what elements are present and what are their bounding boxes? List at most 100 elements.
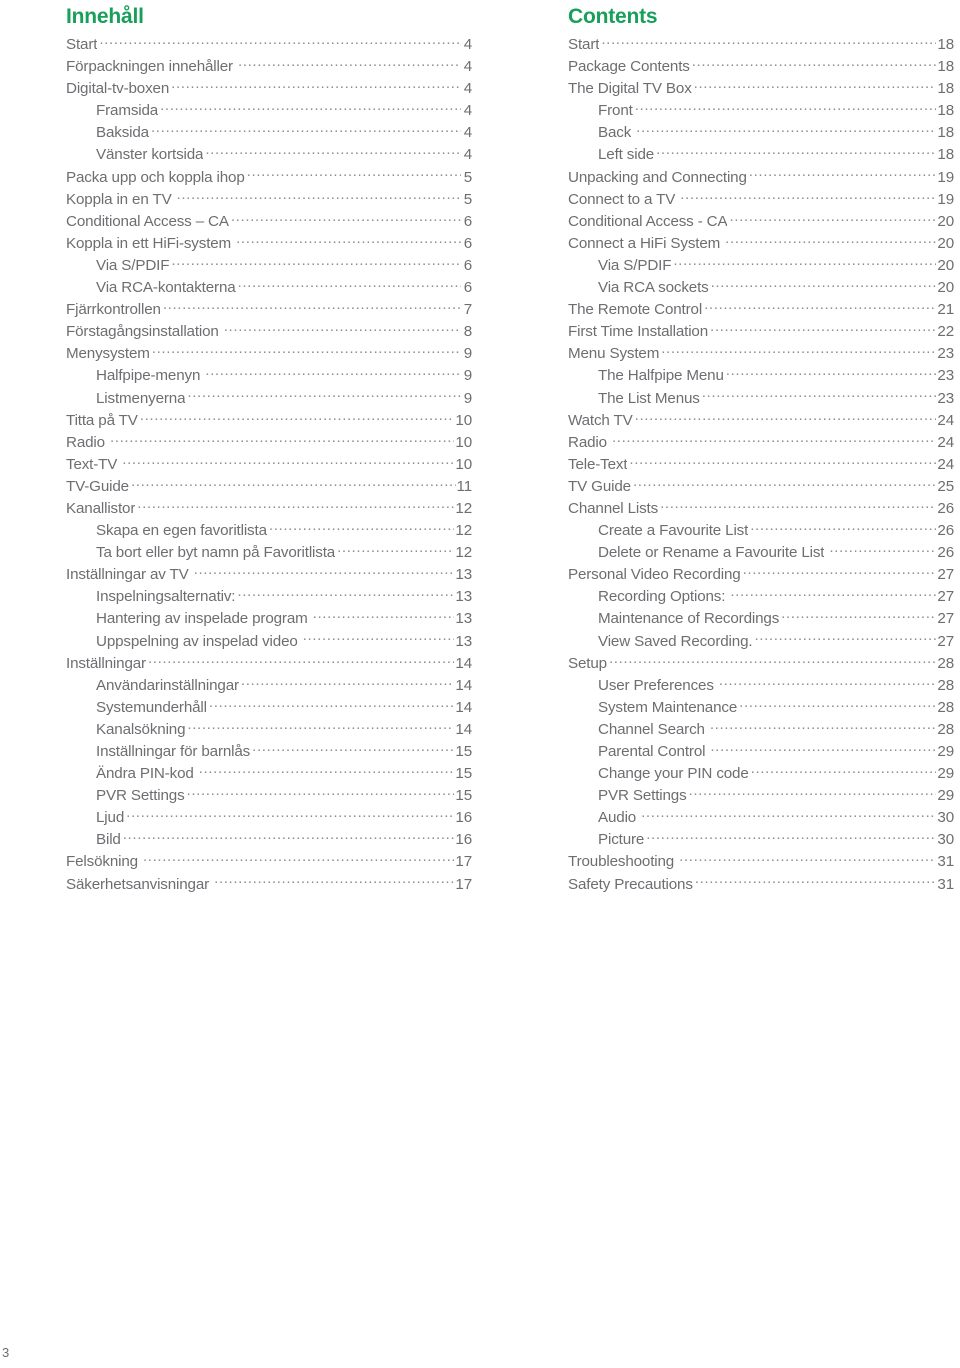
- toc-entry[interactable]: Via RCA-kontakterna 6: [66, 277, 472, 299]
- toc-entry[interactable]: Left side 18: [568, 144, 954, 166]
- toc-entry[interactable]: Back 18: [568, 122, 954, 144]
- toc-entry[interactable]: PVR Settings 29: [568, 785, 954, 807]
- toc-entry-label: Personal Video Recording: [568, 566, 741, 584]
- toc-leader-dots: [122, 455, 454, 469]
- toc-entry[interactable]: Audio 30: [568, 807, 954, 829]
- toc-entry[interactable]: Channel Lists 26: [568, 498, 954, 520]
- toc-entry-label: Inställningar för barnlås: [96, 743, 251, 760]
- toc-entry[interactable]: The List Menus 23: [568, 388, 954, 410]
- toc-entry[interactable]: Unpacking and Connecting 19: [568, 167, 954, 189]
- toc-entry[interactable]: First Time Installation 22: [568, 321, 954, 343]
- toc-entry[interactable]: Radio 10: [66, 432, 472, 454]
- toc-entry[interactable]: Baksida 4: [66, 122, 472, 144]
- toc-entry[interactable]: Via S/PDIF 20: [568, 255, 954, 277]
- toc-entry[interactable]: Inställningar av TV 13: [66, 564, 472, 586]
- toc-entry[interactable]: Ändra PIN-kod 15: [66, 763, 472, 785]
- toc-entry[interactable]: Packa upp och koppla ihop 5: [66, 167, 472, 189]
- toc-entry[interactable]: Säkerhetsanvisningar 17: [66, 874, 472, 896]
- toc-leader-dots: [695, 875, 937, 889]
- toc-entry[interactable]: Listmenyerna 9: [66, 388, 472, 410]
- toc-entry[interactable]: Ljud 16: [66, 807, 472, 829]
- toc-entry[interactable]: Delete or Rename a Favourite List 26: [568, 542, 954, 564]
- toc-entry[interactable]: Front 18: [568, 100, 954, 122]
- toc-entry[interactable]: PVR Settings 15: [66, 785, 472, 807]
- toc-entry[interactable]: The Halfpipe Menu 23: [568, 365, 954, 387]
- toc-entry[interactable]: Connect to a TV 19: [568, 189, 954, 211]
- toc-entry-label: Förpackningen innehåller: [66, 58, 233, 76]
- toc-entry[interactable]: User Preferences 28: [568, 675, 954, 697]
- toc-entry[interactable]: Förpackningen innehåller 4: [66, 56, 472, 78]
- toc-entry[interactable]: Watch TV 24: [568, 410, 954, 432]
- toc-entry[interactable]: Kanalsökning 14: [66, 719, 472, 741]
- toc-entry[interactable]: System Maintenance 28: [568, 697, 954, 719]
- toc-entry[interactable]: Digital-tv-boxen 4: [66, 78, 472, 100]
- toc-leader-dots: [680, 190, 936, 204]
- toc-entry[interactable]: Felsökning 17: [66, 851, 472, 873]
- toc-entry[interactable]: Fjärrkontrollen 7: [66, 299, 472, 321]
- toc-entry[interactable]: Inställningar för barnlås 15: [66, 741, 472, 763]
- toc-entry[interactable]: Uppspelning av inspelad video 13: [66, 631, 472, 653]
- toc-entry-page-number: 29: [937, 743, 954, 760]
- toc-entry[interactable]: Användarinställningar 14: [66, 675, 472, 697]
- toc-entry[interactable]: TV-Guide 11: [66, 476, 472, 498]
- toc-entry-page-number: 4: [463, 80, 472, 98]
- toc-entry[interactable]: Menu System 23: [568, 343, 954, 365]
- toc-entry[interactable]: View Saved Recording. 27: [568, 631, 954, 653]
- toc-entry[interactable]: Picture 30: [568, 829, 954, 851]
- toc-entry[interactable]: Safety Precautions 31: [568, 874, 954, 896]
- toc-entry[interactable]: Kanallistor 12: [66, 498, 472, 520]
- toc-entry[interactable]: Channel Search 28: [568, 719, 954, 741]
- toc-entry[interactable]: Conditional Access - CA 20: [568, 211, 954, 233]
- toc-entry[interactable]: Titta på TV 10: [66, 410, 472, 432]
- toc-entry[interactable]: Inställningar 14: [66, 653, 472, 675]
- toc-entry[interactable]: Maintenance of Recordings 27: [568, 608, 954, 630]
- toc-leader-dots: [612, 433, 936, 447]
- toc-entry[interactable]: Via RCA sockets 20: [568, 277, 954, 299]
- toc-entry[interactable]: Change your PIN code 29: [568, 763, 954, 785]
- toc-entry-page-number: 19: [937, 190, 954, 208]
- toc-entry[interactable]: Create a Favourite List 26: [568, 520, 954, 542]
- toc-entry[interactable]: Framsida 4: [66, 100, 472, 122]
- toc-entry[interactable]: Halfpipe-menyn 9: [66, 365, 472, 387]
- toc-entry[interactable]: Setup 28: [568, 653, 954, 675]
- toc-entry[interactable]: Troubleshooting 31: [568, 851, 954, 873]
- toc-entry-page-number: 28: [937, 654, 954, 672]
- toc-entry[interactable]: Parental Control 29: [568, 741, 954, 763]
- toc-leader-dots: [126, 808, 454, 822]
- toc-leader-dots: [247, 168, 461, 182]
- toc-leader-dots: [751, 764, 937, 778]
- toc-entry[interactable]: Start 18: [568, 34, 954, 56]
- toc-entry[interactable]: Systemunderhåll 14: [66, 697, 472, 719]
- toc-entry[interactable]: Start 4: [66, 34, 472, 56]
- toc-entry[interactable]: Koppla in ett HiFi-system 6: [66, 233, 472, 255]
- toc-entry[interactable]: Package Contents 18: [568, 56, 954, 78]
- toc-entry[interactable]: Koppla in en TV 5: [66, 189, 472, 211]
- toc-entry[interactable]: Via S/PDIF 6: [66, 255, 472, 277]
- toc-entry-page-number: 25: [937, 477, 954, 495]
- toc-entry-label: Conditional Access - CA: [568, 212, 728, 230]
- toc-entry[interactable]: TV Guide 25: [568, 476, 954, 498]
- toc-entry[interactable]: Vänster kortsida 4: [66, 144, 472, 166]
- toc-entry[interactable]: Tele-Text 24: [568, 454, 954, 476]
- toc-entry[interactable]: Ta bort eller byt namn på Favoritlista 12: [66, 542, 472, 564]
- toc-entry[interactable]: Hantering av inspelade program 13: [66, 608, 472, 630]
- toc-entry[interactable]: Recording Options: 27: [568, 586, 954, 608]
- toc-entry[interactable]: Skapa en egen favoritlista 12: [66, 520, 472, 542]
- toc-entry[interactable]: Förstagångsinstallation 8: [66, 321, 472, 343]
- toc-entry[interactable]: Conditional Access – CA 6: [66, 211, 472, 233]
- toc-entry[interactable]: Connect a HiFi System 20: [568, 233, 954, 255]
- toc-entry[interactable]: Bild 16: [66, 829, 472, 851]
- toc-entry[interactable]: Text-TV 10: [66, 454, 472, 476]
- toc-entry[interactable]: The Remote Control 21: [568, 299, 954, 321]
- toc-entry[interactable]: Menysystem 9: [66, 343, 472, 365]
- toc-entry-label: TV-Guide: [66, 477, 129, 495]
- toc-entry[interactable]: Radio 24: [568, 432, 954, 454]
- toc-entry-label: Inspelningsalternativ:: [96, 588, 236, 606]
- toc-leader-dots: [194, 565, 455, 579]
- toc-entry-label: Back: [598, 124, 632, 142]
- toc-leader-dots: [269, 521, 455, 535]
- toc-entry-label: View Saved Recording.: [598, 632, 753, 650]
- toc-entry[interactable]: Inspelningsalternativ: 13: [66, 586, 472, 608]
- toc-entry[interactable]: The Digital TV Box 18: [568, 78, 954, 100]
- toc-entry[interactable]: Personal Video Recording 27: [568, 564, 954, 586]
